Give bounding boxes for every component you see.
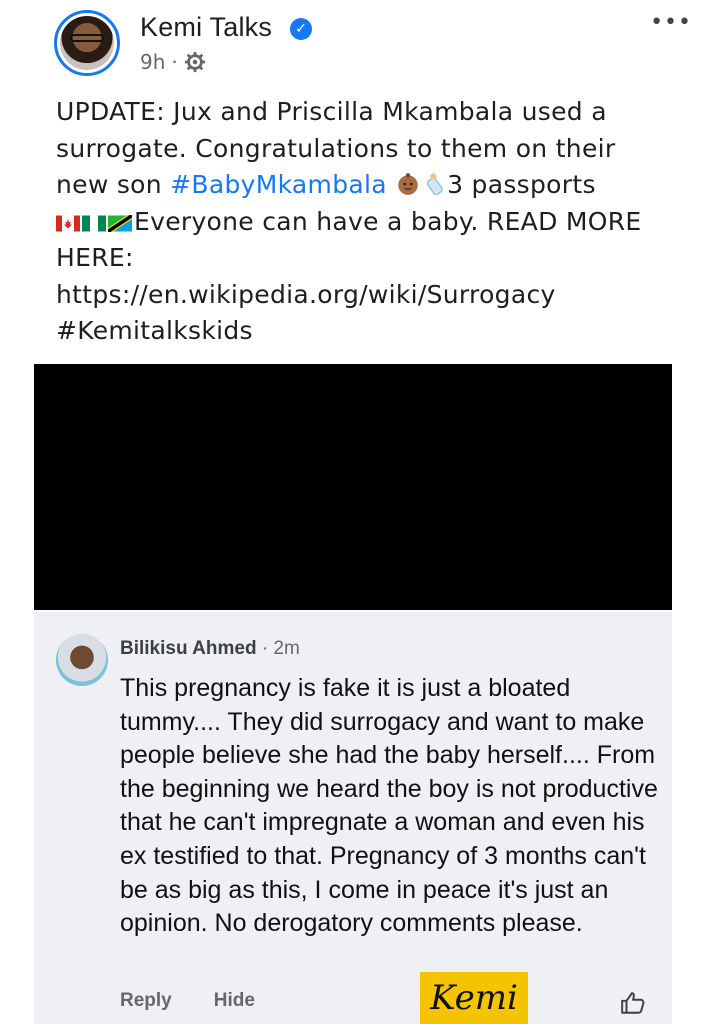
author-avatar[interactable]	[54, 10, 120, 76]
post-time[interactable]: 9h	[140, 50, 165, 74]
post-text: UPDATE: Jux and Priscilla Mkambala used …	[56, 94, 666, 350]
post-media[interactable]	[34, 364, 672, 610]
passports-text: 3 passports	[447, 170, 596, 199]
canada-flag-icon	[56, 215, 80, 231]
comment-time: · 2m	[261, 638, 300, 659]
comment-card: Bilikisu Ahmed · 2m This pregnancy is fa…	[34, 612, 672, 1024]
meta-separator: ·	[171, 50, 178, 74]
hide-button[interactable]: Hide	[214, 990, 255, 1012]
post-cta-text: Everyone can have a baby. READ MORE HERE…	[56, 206, 642, 273]
nigeria-flag-icon	[82, 215, 106, 231]
commenter-name[interactable]: Bilikisu Ahmed	[120, 638, 257, 659]
tanzania-flag-icon	[108, 214, 132, 232]
author-name[interactable]: Kemi Talks	[140, 12, 272, 43]
thumbs-up-icon[interactable]	[620, 990, 646, 1016]
comment-actions: Reply Hide	[120, 990, 255, 1012]
comment-header: Bilikisu Ahmed · 2m	[120, 638, 300, 660]
bottle-emoji-icon	[426, 173, 443, 196]
more-options-icon[interactable]: •••	[650, 10, 692, 35]
hashtag-kemitalkskids[interactable]: #Kemitalkskids	[56, 316, 253, 345]
kemi-watermark-logo: Kemi	[420, 972, 528, 1024]
reply-button[interactable]: Reply	[120, 990, 172, 1012]
avatar-photo	[60, 16, 114, 70]
verified-badge-icon: ✓	[290, 18, 312, 40]
post-header: Kemi Talks ✓ 9h · •••	[52, 8, 692, 88]
commenter-avatar[interactable]	[56, 634, 108, 686]
post-link[interactable]: https://en.wikipedia.org/wiki/Surrogacy	[56, 280, 556, 309]
post-meta: 9h ·	[140, 50, 206, 74]
gear-icon	[184, 51, 205, 73]
baby-emoji-icon	[398, 173, 418, 195]
comment-body: This pregnancy is fake it is just a bloa…	[120, 674, 658, 938]
hashtag-babymkambala[interactable]: #BabyMkambala	[170, 170, 387, 199]
